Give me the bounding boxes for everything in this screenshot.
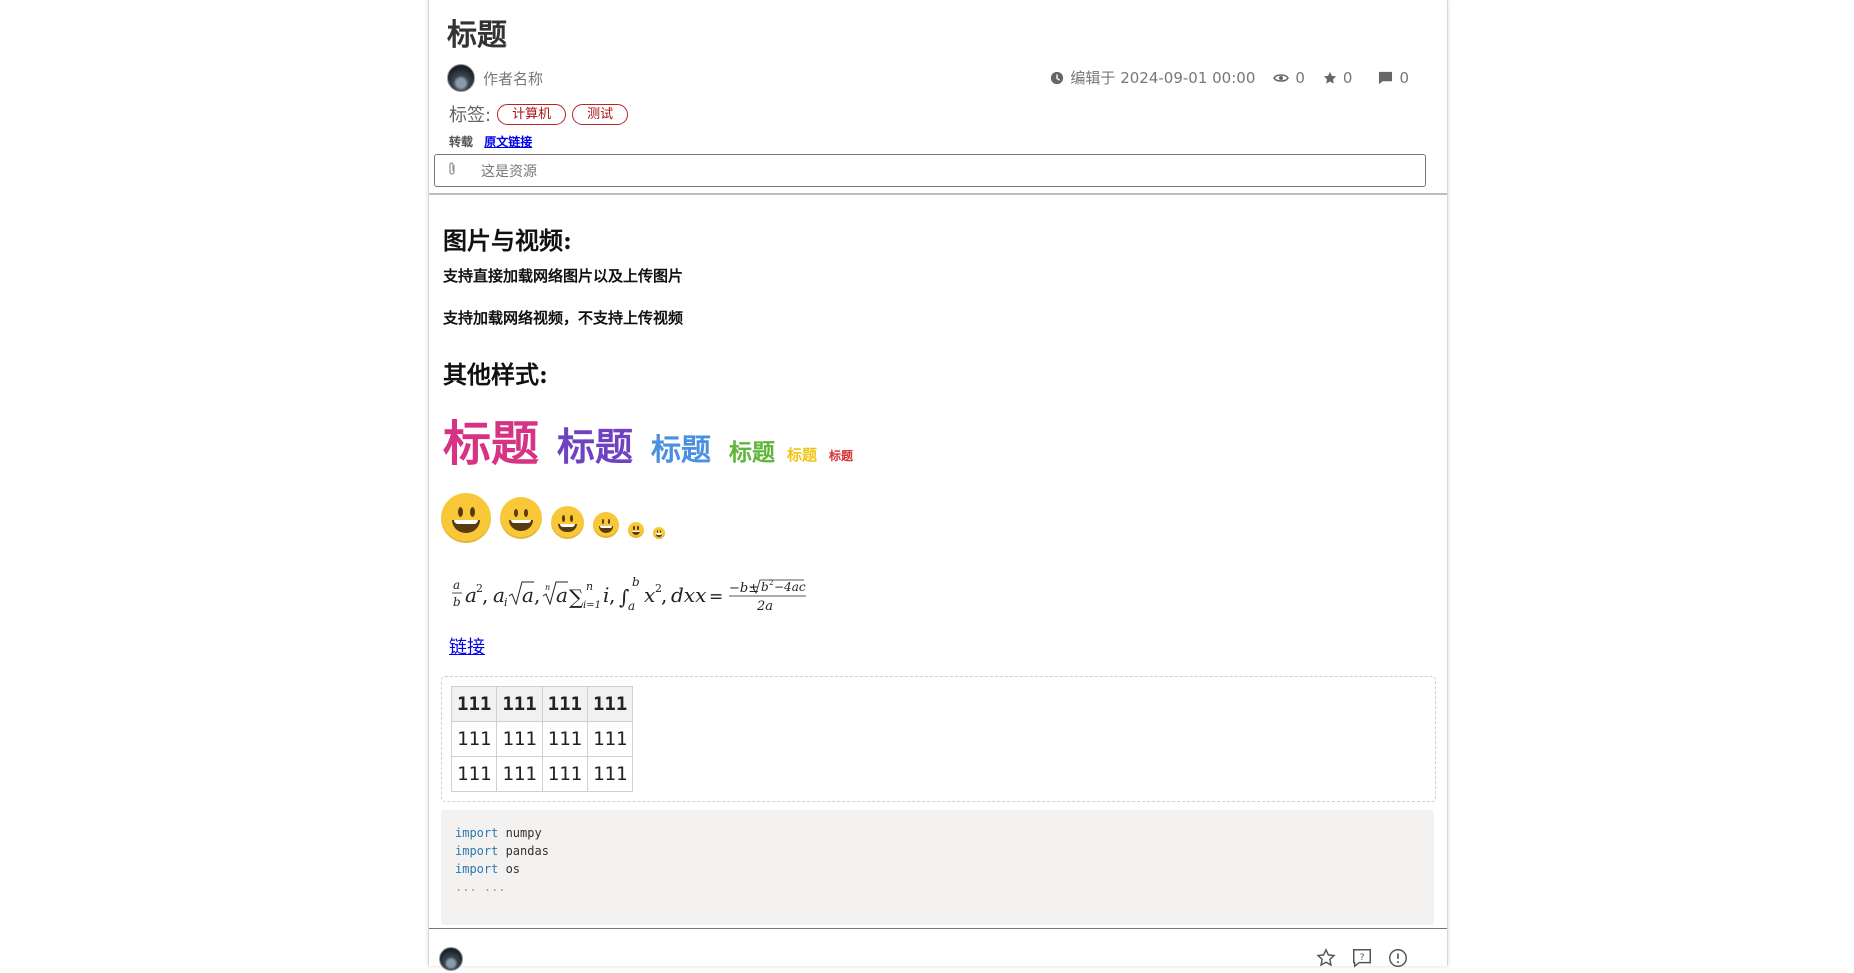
article-meta: 编辑于 2024-09-01 00:00 0 0 0 xyxy=(1050,67,1409,88)
code-line: import numpy xyxy=(455,826,542,840)
heading-h2: 标题 xyxy=(557,425,634,469)
resource-box[interactable]: 这是资源 xyxy=(434,154,1426,187)
svg-text:2a: 2a xyxy=(756,599,773,614)
table-cell: 111 xyxy=(496,756,543,792)
report-button[interactable] xyxy=(1387,947,1409,973)
smiley-emoji xyxy=(593,512,619,538)
table-container: 111 111 111 111 111 111 111 111 111 111 … xyxy=(441,676,1436,802)
smiley-emoji xyxy=(551,506,584,539)
svg-text:a: a xyxy=(522,583,534,607)
smiley-emoji xyxy=(628,522,644,538)
table-header-cell: 111 xyxy=(586,686,634,722)
table-header-cell: 111 xyxy=(450,686,498,722)
star-count: 0 xyxy=(1342,68,1353,87)
svg-text:b: b xyxy=(761,580,769,594)
eye-icon xyxy=(1273,72,1290,84)
article-header: 标题 作者名称 编辑于 2024-09-01 00:00 0 0 0 标签: 计… xyxy=(429,0,1447,195)
table-cell: 111 xyxy=(450,721,498,757)
text-video-support: 支持加载网络视频，不支持上传视频 xyxy=(443,309,684,327)
repost-info: 转载 原文链接 xyxy=(449,133,532,150)
svg-text:a: a xyxy=(453,578,460,592)
svg-text:2: 2 xyxy=(769,579,773,587)
svg-text:n: n xyxy=(586,580,593,593)
table-header-row: 111 111 111 111 xyxy=(450,686,634,722)
smiley-emoji xyxy=(500,497,542,539)
svg-text:dxx: dxx xyxy=(671,583,706,607)
table-cell: 111 xyxy=(541,756,588,792)
svg-text:,: , xyxy=(482,583,488,607)
text-image-support: 支持直接加载网络图片以及上传图片 xyxy=(443,267,684,285)
svg-text:−b±: −b± xyxy=(729,581,759,596)
table-header-cell: 111 xyxy=(496,686,543,722)
tag-chip[interactable]: 测试 xyxy=(572,103,629,125)
smiley-emoji xyxy=(653,527,665,539)
star-icon xyxy=(1323,71,1337,85)
code-block: import numpy import pandas import os ...… xyxy=(441,810,1434,925)
svg-text:∑: ∑ xyxy=(569,585,584,609)
code-line: import pandas xyxy=(455,844,549,858)
svg-text:i=1: i=1 xyxy=(583,600,601,611)
table-row: 111 111 111 111 xyxy=(450,721,634,757)
table-cell: 111 xyxy=(541,721,588,757)
svg-text:b: b xyxy=(453,595,461,609)
svg-text:,: , xyxy=(534,583,540,607)
source-link[interactable]: 原文链接 xyxy=(484,135,532,149)
svg-text:i: i xyxy=(504,596,508,609)
table-cell: 111 xyxy=(496,721,543,757)
emoji-row xyxy=(441,493,665,543)
heading-h1: 标题 xyxy=(443,416,540,472)
comment-icon xyxy=(1378,71,1393,85)
svg-text:a: a xyxy=(628,599,635,613)
section-title-media: 图片与视频: xyxy=(443,226,572,255)
heading-h4: 标题 xyxy=(729,440,776,466)
heading-h5: 标题 xyxy=(787,446,818,464)
smiley-emoji xyxy=(441,493,491,543)
rainbow-headings: 标题 标题 标题 标题 标题 标题 xyxy=(443,404,853,474)
table-cell: 111 xyxy=(586,756,634,792)
tags-label: 标签: xyxy=(449,105,492,126)
article-footer: ? xyxy=(429,928,1447,971)
comment-count: 0 xyxy=(1399,68,1409,87)
clock-icon xyxy=(1050,71,1064,85)
svg-text:,: , xyxy=(661,583,667,607)
user-avatar[interactable] xyxy=(439,947,463,971)
svg-text:−4ac: −4ac xyxy=(774,580,806,594)
data-table: 111 111 111 111 111 111 111 111 111 111 … xyxy=(450,686,634,792)
table-row: 111 111 111 111 xyxy=(450,756,634,792)
heading-h6: 标题 xyxy=(829,449,854,463)
heading-h3: 标题 xyxy=(651,433,712,468)
resource-text: 这是资源 xyxy=(481,163,537,180)
tag-chip[interactable]: 计算机 xyxy=(497,103,567,125)
svg-text:n: n xyxy=(545,583,550,592)
code-line: import os xyxy=(455,862,521,876)
svg-text:a: a xyxy=(556,583,568,607)
edited-time: 编辑于 2024-09-01 00:00 xyxy=(1070,69,1256,87)
math-formula: a b a 2 , a i a , n a ∑ n i=1 i , ∫ b a … xyxy=(452,575,806,614)
tag-list: 标签: 计算机 测试 xyxy=(449,101,629,127)
section-title-styles: 其他样式: xyxy=(443,360,548,389)
svg-text:=: = xyxy=(709,587,723,607)
paperclip-icon xyxy=(447,161,465,181)
author-avatar[interactable] xyxy=(447,64,475,92)
repost-label: 转载 xyxy=(449,135,474,149)
star-button[interactable] xyxy=(1315,947,1337,973)
svg-text:x: x xyxy=(644,583,655,607)
svg-text:b: b xyxy=(632,575,640,589)
table-header-cell: 111 xyxy=(541,686,588,722)
article-title: 标题 xyxy=(447,18,507,53)
comment-button[interactable]: ? xyxy=(1351,947,1373,973)
article-page: 标题 作者名称 编辑于 2024-09-01 00:00 0 0 0 标签: 计… xyxy=(428,0,1448,971)
table-cell: 111 xyxy=(586,721,634,757)
svg-text:,: , xyxy=(609,583,615,607)
view-count: 0 xyxy=(1295,68,1305,87)
author-name[interactable]: 作者名称 xyxy=(483,68,543,89)
content-link[interactable]: 链接 xyxy=(449,633,485,659)
svg-text:?: ? xyxy=(1360,952,1365,963)
code-ellipsis: ... ... xyxy=(455,880,506,894)
table-cell: 111 xyxy=(450,756,498,792)
